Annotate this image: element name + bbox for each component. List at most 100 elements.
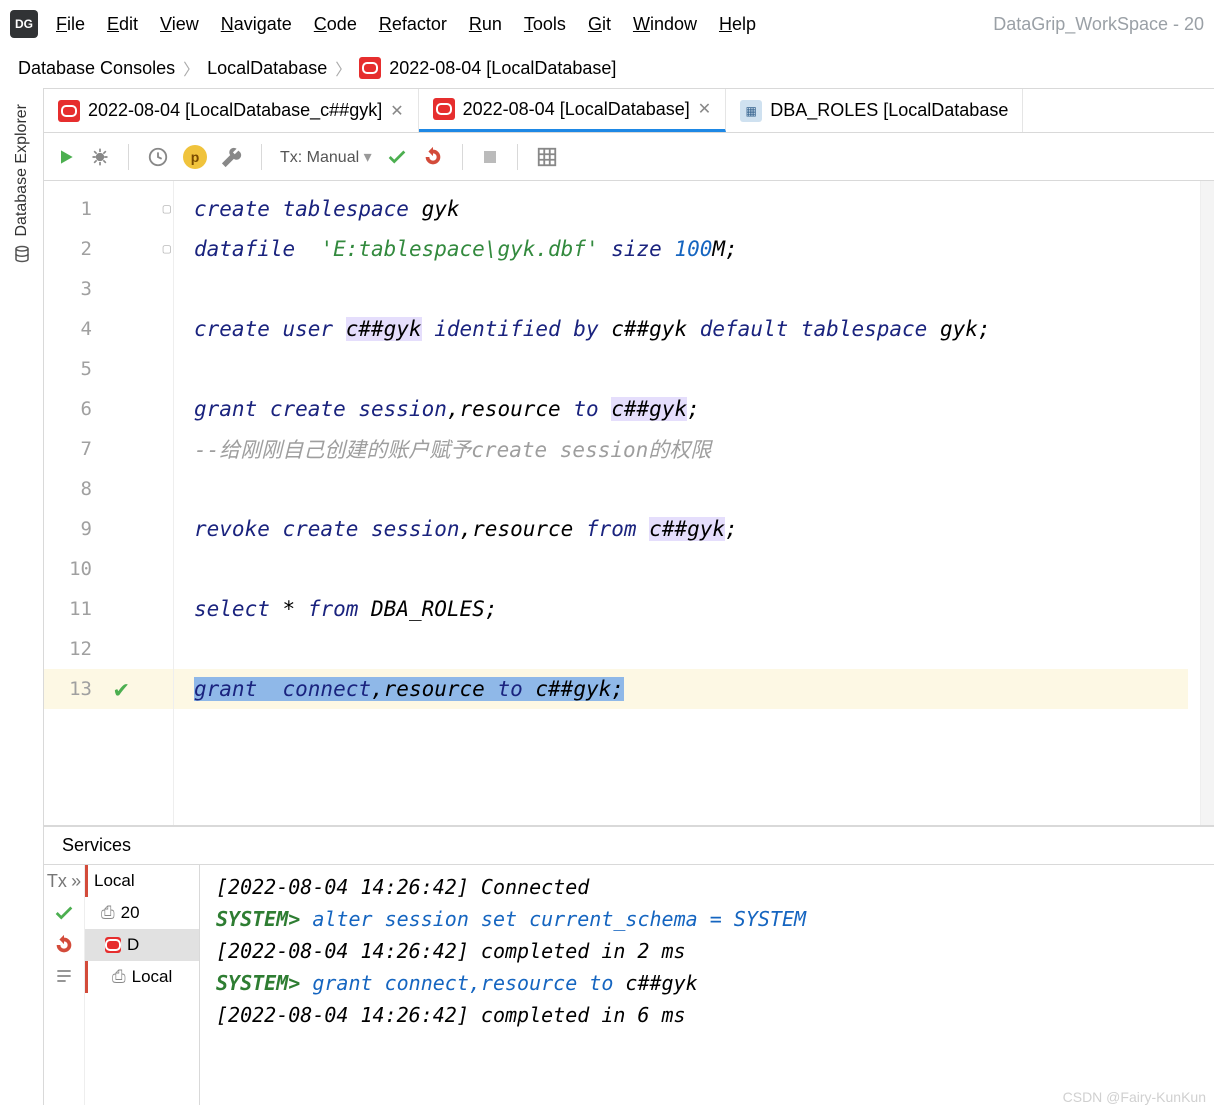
check-icon: ✔ xyxy=(114,675,128,703)
line-number: 11 xyxy=(44,598,102,620)
fold-icon[interactable]: ▢ xyxy=(163,241,171,257)
code-line[interactable]: --给刚刚自己创建的账户赋予create session的权限 xyxy=(194,429,1188,469)
menu-git[interactable]: Git xyxy=(588,14,611,35)
debug-icon[interactable] xyxy=(90,147,110,167)
tx-mode-dropdown[interactable]: Tx: Manual xyxy=(280,147,372,167)
services-log: [2022-08-04 14:26:42] Connected SYSTEM> a… xyxy=(200,865,1214,1105)
workspace-title: DataGrip_WorkSpace - 20 xyxy=(993,14,1204,35)
services-panel: Services Tx » Local⎙20D⎙Local [2022-08-0… xyxy=(44,826,1214,1105)
data-grid-icon[interactable] xyxy=(536,146,558,168)
chevron-icon: 〉 xyxy=(335,56,351,80)
services-tree-item[interactable]: ⎙20 xyxy=(85,897,199,929)
watermark: CSDN @Fairy-KunKun xyxy=(1063,1089,1206,1105)
line-number: 2 xyxy=(44,238,102,260)
code-line[interactable]: select * from DBA_ROLES; xyxy=(194,589,1188,629)
rollback-icon[interactable] xyxy=(422,146,444,168)
code-line[interactable]: datafile 'E:tablespace\gyk.dbf' size 100… xyxy=(194,229,1188,269)
menu-help[interactable]: Help xyxy=(719,14,756,35)
menu-tools[interactable]: Tools xyxy=(524,14,566,35)
code-area[interactable]: create tablespace gykdatafile 'E:tablesp… xyxy=(174,181,1200,825)
services-header[interactable]: Services xyxy=(44,827,1214,865)
code-line[interactable]: create user c##gyk identified by c##gyk … xyxy=(194,309,1188,349)
code-line[interactable]: create tablespace gyk xyxy=(194,189,1188,229)
editor-tabs: 2022-08-04 [LocalDatabase_c##gyk]✕2022-0… xyxy=(44,89,1214,133)
menu-run[interactable]: Run xyxy=(469,14,502,35)
close-icon[interactable]: ✕ xyxy=(390,101,403,121)
code-line[interactable]: grant create session,resource to c##gyk; xyxy=(194,389,1188,429)
line-number: 9 xyxy=(44,518,102,540)
tab-label: 2022-08-04 [LocalDatabase] xyxy=(463,99,690,120)
editor-tab[interactable]: ▦ DBA_ROLES [LocalDatabase xyxy=(726,89,1023,132)
code-line[interactable] xyxy=(194,349,1188,389)
commit-icon[interactable] xyxy=(386,146,408,168)
editor-scrollbar[interactable] xyxy=(1200,181,1214,825)
code-line[interactable]: grant connect,resource to c##gyk; xyxy=(174,669,1188,709)
menu-items: File Edit View Navigate Code Refactor Run Tools… xyxy=(56,14,756,35)
services-tree-item[interactable]: ⎙Local xyxy=(85,961,199,993)
tab-label: DBA_ROLES [LocalDatabase xyxy=(770,100,1008,121)
database-icon xyxy=(13,245,31,263)
gutter: 1 ▢ 2 ▢ 3 4 5 6 7 8 9 10 11 12 13 ✔ xyxy=(44,181,174,825)
line-number: 4 xyxy=(44,318,102,340)
log-line: SYSTEM> grant connect,resource to c##gyk xyxy=(216,971,1198,995)
line-number: 5 xyxy=(44,358,102,380)
table-icon: ▦ xyxy=(740,100,762,122)
close-icon[interactable]: ✕ xyxy=(698,99,711,119)
code-line[interactable] xyxy=(194,549,1188,589)
editor-toolbar: p Tx: Manual xyxy=(44,133,1214,181)
log-line: [2022-08-04 14:26:42] Connected xyxy=(216,875,1198,899)
menu-navigate[interactable]: Navigate xyxy=(221,14,292,35)
menu-refactor[interactable]: Refactor xyxy=(379,14,447,35)
oracle-icon xyxy=(433,98,455,120)
code-line[interactable] xyxy=(194,269,1188,309)
log-line: SYSTEM> alter session set current_schema… xyxy=(216,907,1198,931)
tab-label: 2022-08-04 [LocalDatabase_c##gyk] xyxy=(88,100,382,121)
chevron-icon: 〉 xyxy=(183,56,199,80)
sql-editor[interactable]: 1 ▢ 2 ▢ 3 4 5 6 7 8 9 10 11 12 13 ✔ create tablespace g… xyxy=(44,181,1214,826)
tx-label: Tx » xyxy=(47,871,81,892)
settings-icon[interactable] xyxy=(221,146,243,168)
services-tree-item[interactable]: D xyxy=(85,929,199,961)
log-line: [2022-08-04 14:26:42] completed in 6 ms xyxy=(216,1003,1198,1027)
stop-icon[interactable] xyxy=(481,148,499,166)
database-explorer-tab[interactable]: Database Explorer xyxy=(13,104,31,237)
profile-badge[interactable]: p xyxy=(183,145,207,169)
line-number: 12 xyxy=(44,638,102,660)
list-icon[interactable] xyxy=(54,966,74,986)
oracle-icon xyxy=(359,57,381,79)
code-line[interactable] xyxy=(194,629,1188,669)
fold-icon[interactable]: ▢ xyxy=(163,201,171,217)
main-menubar: DG File Edit View Navigate Code Refactor Run To… xyxy=(0,0,1214,48)
check-icon[interactable] xyxy=(53,902,75,924)
line-number: 13 xyxy=(44,678,102,700)
rollback-icon[interactable] xyxy=(53,934,75,956)
line-number: 10 xyxy=(44,558,102,580)
breadcrumb: Database Consoles 〉 LocalDatabase 〉 2022… xyxy=(0,48,1214,88)
services-tree-item[interactable]: Local xyxy=(85,865,199,897)
services-controls: Tx » xyxy=(44,865,84,1105)
services-tree: Local⎙20D⎙Local xyxy=(84,865,199,1105)
app-logo: DG xyxy=(10,10,38,38)
line-number: 6 xyxy=(44,398,102,420)
menu-window[interactable]: Window xyxy=(633,14,697,35)
oracle-icon xyxy=(58,100,80,122)
line-number: 3 xyxy=(44,278,102,300)
run-icon[interactable] xyxy=(56,147,76,167)
menu-edit[interactable]: Edit xyxy=(107,14,138,35)
menu-code[interactable]: Code xyxy=(314,14,357,35)
line-number: 8 xyxy=(44,478,102,500)
breadcrumb-item[interactable]: Database Consoles xyxy=(18,58,175,79)
editor-tab[interactable]: 2022-08-04 [LocalDatabase_c##gyk] ✕ xyxy=(44,89,419,132)
breadcrumb-item[interactable]: LocalDatabase xyxy=(207,58,327,79)
editor-tab[interactable]: 2022-08-04 [LocalDatabase] ✕ xyxy=(419,89,727,132)
log-line: [2022-08-04 14:26:42] completed in 2 ms xyxy=(216,939,1198,963)
menu-file[interactable]: File xyxy=(56,14,85,35)
history-icon[interactable] xyxy=(147,146,169,168)
breadcrumb-item[interactable]: 2022-08-04 [LocalDatabase] xyxy=(389,58,616,79)
menu-view[interactable]: View xyxy=(160,14,199,35)
line-number: 7 xyxy=(44,438,102,460)
code-line[interactable]: revoke create session,resource from c##g… xyxy=(194,509,1188,549)
line-number: 1 xyxy=(44,198,102,220)
code-line[interactable] xyxy=(194,469,1188,509)
tool-window-bar-left: Database Explorer xyxy=(0,88,44,1105)
